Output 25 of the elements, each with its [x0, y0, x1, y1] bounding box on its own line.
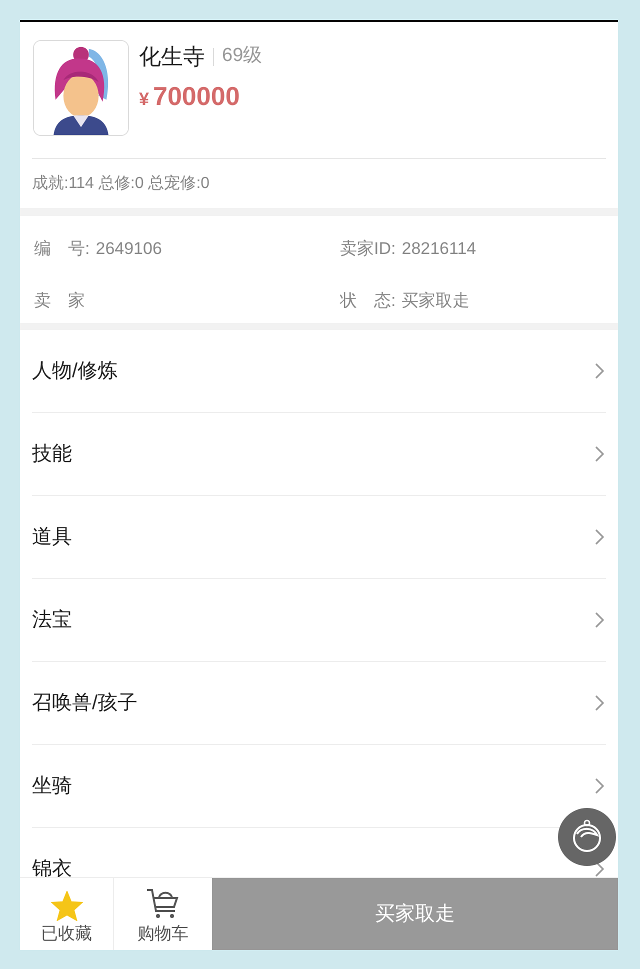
level-text: 69级 [222, 44, 262, 68]
menu-item[interactable]: 法宝 [32, 605, 72, 635]
chevron-right-icon [595, 446, 604, 462]
menu-item[interactable]: 坐骑 [32, 771, 72, 801]
stats-text: 成就:114 总修:0 总宠修:0 [32, 174, 210, 194]
price: ¥700000 [139, 80, 241, 113]
chevron-right-icon [595, 363, 604, 379]
chevron-right-icon [595, 529, 604, 545]
star-icon [50, 890, 82, 920]
menu-item[interactable]: 召唤兽/孩子 [32, 688, 138, 718]
cart-button[interactable]: 购物车 [114, 878, 212, 950]
info-text: 编 号: 2649106 [34, 238, 163, 260]
cart-icon [145, 886, 181, 920]
menu-item[interactable]: 技能 [32, 439, 72, 469]
chevron-right-icon [595, 861, 604, 877]
chevron-right-icon [595, 695, 604, 711]
info-text: 状 态: 买家取走 [340, 290, 471, 312]
info-text: 卖 家 [34, 290, 86, 312]
chevron-right-icon [595, 778, 604, 794]
menu-item[interactable]: 人物/修炼 [32, 356, 118, 386]
info-text: 卖家ID: 28216114 [340, 238, 478, 260]
school-name: 化生寺 [139, 43, 205, 71]
chevron-right-icon [595, 612, 604, 628]
favorite-button[interactable]: 已收藏 [20, 878, 114, 950]
menu-item[interactable]: 道具 [32, 522, 72, 552]
